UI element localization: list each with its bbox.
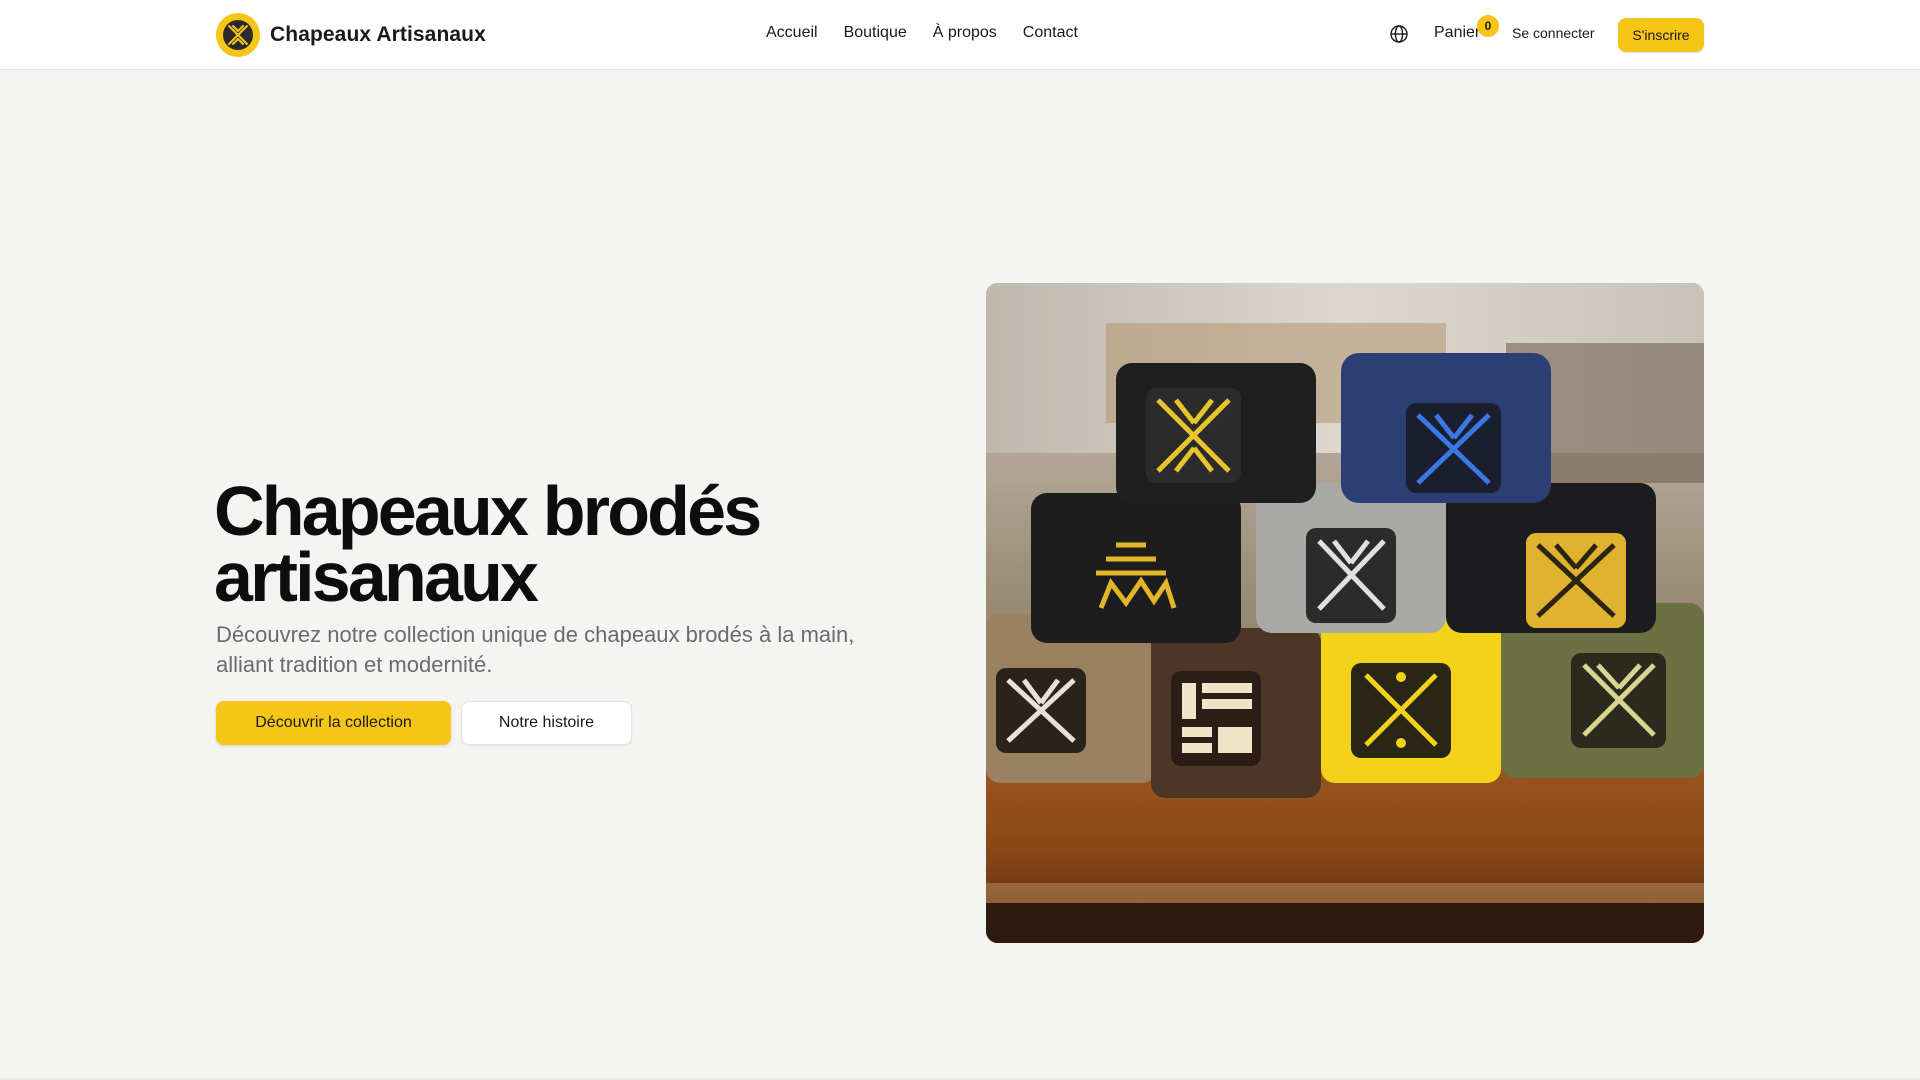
signup-button[interactable]: S'inscrire [1618,18,1704,52]
cart-link[interactable]: Panier [1434,24,1480,42]
brand-name: Chapeaux Artisanaux [270,23,486,46]
globe-icon[interactable] [1389,24,1409,44]
our-story-button[interactable]: Notre histoire [461,701,632,745]
cart-count-badge: 0 [1477,15,1499,37]
nav-item-boutique[interactable]: Boutique [844,24,907,42]
hero-image-embroidered-hats [986,283,1704,943]
brand-home-link[interactable]: Chapeaux Artisanaux [216,13,486,57]
embroidered-x-logo-icon [216,13,260,57]
hero-title: Chapeaux brodés artisanaux [214,472,762,616]
site-header: Chapeaux Artisanaux Accueil Boutique À p… [0,0,1920,70]
discover-collection-button[interactable]: Découvrir la collection [216,701,451,745]
main-nav: Accueil Boutique À propos Contact [766,24,1078,42]
nav-item-accueil[interactable]: Accueil [766,24,818,42]
nav-item-a-propos[interactable]: À propos [933,24,997,42]
hero-subtitle: Découvrez notre collection unique de cha… [216,622,855,677]
login-link[interactable]: Se connecter [1512,25,1595,41]
nav-item-contact[interactable]: Contact [1023,24,1078,42]
